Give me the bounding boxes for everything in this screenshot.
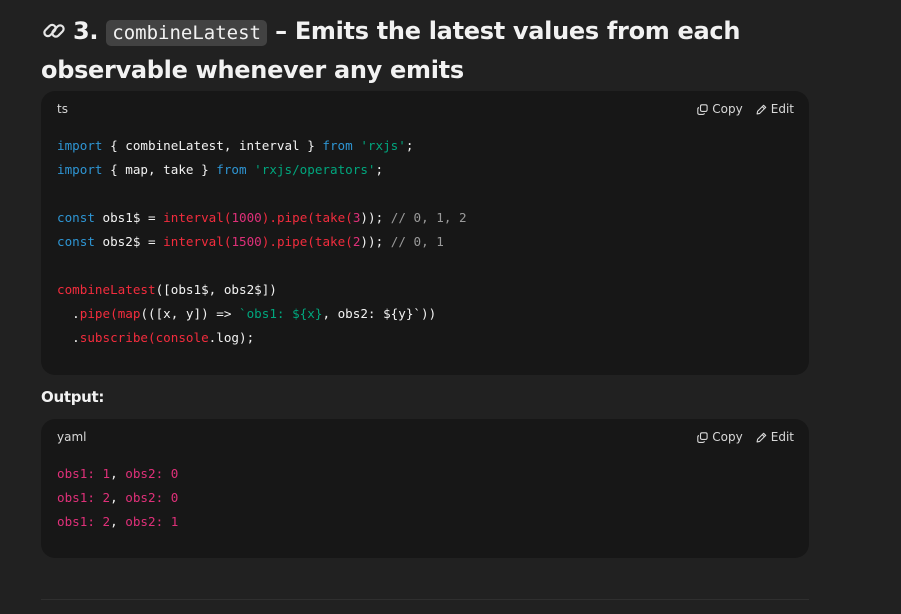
code-block-yaml: yaml Copy Edit obs1: 1, obs2: 0 obs1: 2,… [41,419,809,558]
code-line-4: const obs1$ = interval(1000).pipe(take(3… [57,210,467,225]
copy-label: Copy [712,102,743,116]
output-line: obs1: 2, obs2: 1 [57,514,179,529]
code-line-1: import { combineLatest, interval } from … [57,138,414,153]
copy-button[interactable]: Copy [697,102,743,116]
section-heading: 3. combineLatest – Emits the latest valu… [41,14,801,87]
heading-emphasis: any [333,56,382,84]
code-content: obs1: 1, obs2: 0 obs1: 2, obs2: 0 obs1: … [41,455,809,534]
divider [41,599,809,600]
code-line-7: combineLatest([obs1$, obs2$]) [57,282,277,297]
output-label: Output: [41,388,105,406]
output-line: obs1: 1, obs2: 0 [57,466,179,481]
heading-number: 3. [73,17,99,45]
code-language-label: yaml [57,430,87,444]
pencil-icon [756,432,766,442]
code-line-5: const obs2$ = interval(1500).pipe(take(2… [57,234,444,249]
code-line-2: import { map, take } from 'rxjs/operator… [57,162,384,177]
edit-label: Edit [770,102,794,116]
edit-label: Edit [770,430,794,444]
code-block-header: ts Copy Edit [41,91,809,127]
pencil-icon [756,104,766,114]
copy-label: Copy [712,430,743,444]
copy-button[interactable]: Copy [697,430,743,444]
chat-message: 3. combineLatest – Emits the latest valu… [0,0,901,614]
copy-icon [697,103,708,115]
code-block-header: yaml Copy Edit [41,419,809,455]
code-block-ts: ts Copy Edit import { combineLatest, int… [41,91,809,375]
code-line-9: .subscribe(console.log); [57,330,255,345]
link-icon [41,18,67,53]
code-language-label: ts [57,102,68,116]
code-line-8: .pipe(map(([x, y]) => `obs1: ${x}, obs2:… [57,306,437,321]
copy-icon [697,431,708,443]
edit-button[interactable]: Edit [756,430,794,444]
code-actions: Copy Edit [697,102,794,116]
heading-inline-code: combineLatest [106,20,267,46]
code-actions: Copy Edit [697,430,794,444]
heading-tail: emits [382,56,464,84]
code-content: import { combineLatest, interval } from … [41,127,809,350]
edit-button[interactable]: Edit [756,102,794,116]
output-line: obs1: 2, obs2: 0 [57,490,179,505]
